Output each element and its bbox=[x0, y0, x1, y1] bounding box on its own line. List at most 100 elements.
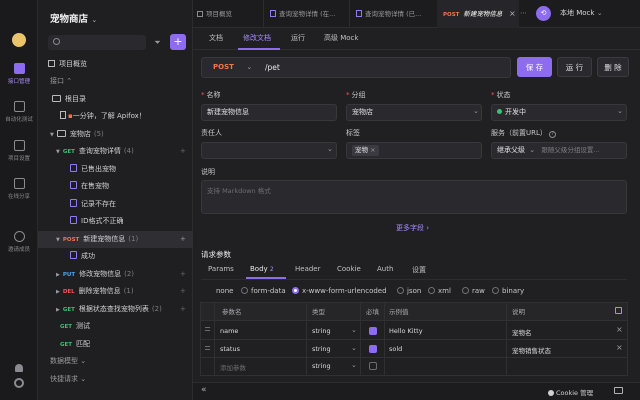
filter-button[interactable]: ⏷ bbox=[150, 35, 165, 50]
remove-row-icon[interactable]: × bbox=[616, 343, 623, 352]
params-tab-body[interactable]: Body 2 bbox=[250, 265, 274, 273]
plus-icon[interactable]: + bbox=[180, 301, 186, 318]
avatar[interactable] bbox=[12, 33, 26, 47]
param-type[interactable]: string bbox=[312, 362, 331, 370]
param-desc[interactable]: 宠物名 bbox=[512, 327, 532, 337]
subtab-run[interactable]: 运行 bbox=[291, 33, 305, 43]
desc-textarea[interactable]: 支持 Markdown 格式 bbox=[201, 180, 627, 214]
name-input[interactable]: 新建宠物信息 bbox=[201, 104, 337, 121]
tree-api-get-list[interactable]: ▶ GET 根据状态查找宠物列表 (2) + bbox=[38, 301, 193, 318]
tree-api-get-test[interactable]: GET 测试 bbox=[38, 318, 193, 335]
cookie-manager-button[interactable]: Cookie 管理 bbox=[548, 387, 593, 397]
project-title[interactable]: 宠物商店 ⌄ bbox=[50, 11, 97, 25]
tree-root-dir[interactable]: 根目录 bbox=[38, 91, 193, 108]
subtab-edit-doc[interactable]: 修改文档 bbox=[243, 33, 271, 43]
plus-icon[interactable]: + bbox=[180, 283, 186, 300]
method-select[interactable]: POST ⌄ bbox=[209, 57, 255, 78]
radio-binary[interactable]: binary bbox=[492, 287, 524, 295]
rail-item-api[interactable]: 接口管理 bbox=[0, 63, 38, 85]
search-input[interactable] bbox=[48, 35, 146, 50]
params-tab-params[interactable]: Params bbox=[208, 265, 234, 273]
url-input[interactable]: /pet bbox=[265, 57, 280, 78]
rail-item-invite[interactable]: 邀请成员 bbox=[0, 231, 38, 253]
params-tab-settings[interactable]: 设置 bbox=[412, 265, 426, 275]
param-type[interactable]: string bbox=[312, 345, 331, 353]
notification-bell-icon[interactable] bbox=[15, 364, 23, 372]
bulk-edit-icon[interactable] bbox=[615, 307, 622, 314]
radio-json[interactable]: json bbox=[397, 287, 421, 295]
rail-item-share[interactable]: 在线分享 bbox=[0, 178, 38, 200]
tag-chip[interactable]: 宠物 × bbox=[352, 145, 379, 156]
tab-overview[interactable]: 项目概览 bbox=[197, 0, 257, 28]
group-select[interactable]: 宠物店 bbox=[346, 104, 482, 121]
status-select[interactable]: 开发中 bbox=[491, 104, 627, 121]
tree-api-post-pet[interactable]: ▼ POST 新建宠物信息 (1) + bbox=[38, 231, 193, 248]
params-tab-cookie[interactable]: Cookie bbox=[337, 265, 361, 273]
radio-raw[interactable]: raw bbox=[462, 287, 485, 295]
delete-button[interactable]: 删 除 bbox=[597, 57, 629, 77]
collapse-sidebar-icon[interactable]: « bbox=[201, 385, 207, 395]
tree-example[interactable]: 成功 bbox=[38, 248, 193, 265]
api-section-header[interactable]: 接口 ⌃ bbox=[38, 73, 193, 90]
param-example[interactable]: Hello Kitty bbox=[389, 327, 423, 335]
tree-api-put-pet[interactable]: ▶ PUT 修改宠物信息 (2) + bbox=[38, 266, 193, 283]
add-param-input[interactable]: 添加参数 bbox=[220, 362, 246, 372]
more-fields-link[interactable]: 更多字段 › bbox=[396, 223, 429, 233]
tab-get-pet-2[interactable]: 查询宠物详情 (已... bbox=[349, 0, 435, 28]
drag-handle-icon[interactable] bbox=[205, 327, 210, 331]
plus-icon[interactable]: + bbox=[180, 231, 186, 248]
tree-api-del-pet[interactable]: ▶ DEL 删除宠物信息 (1) + bbox=[38, 283, 193, 300]
subtab-doc[interactable]: 文档 bbox=[209, 33, 223, 43]
tree-example[interactable]: 在售宠物 bbox=[38, 178, 193, 195]
param-desc[interactable]: 宠物销售状态 bbox=[512, 345, 551, 355]
tree-api-get-match[interactable]: GET 匹配 bbox=[38, 336, 193, 353]
radio-urlencoded[interactable]: x-www-form-urlencoded bbox=[292, 287, 387, 295]
param-example[interactable]: sold bbox=[389, 345, 402, 353]
quick-requests-section[interactable]: 快捷请求 ⌄ bbox=[38, 371, 193, 388]
rail-item-autotest[interactable]: 自动化测试 bbox=[0, 101, 38, 123]
example-icon bbox=[70, 251, 77, 259]
close-icon[interactable]: × bbox=[509, 9, 516, 18]
tree-example[interactable]: ID格式不正确 bbox=[38, 213, 193, 230]
required-checkbox[interactable] bbox=[369, 362, 377, 370]
tab-post-pet[interactable]: POST 新建宠物信息 bbox=[437, 0, 519, 28]
layout-icon[interactable] bbox=[614, 387, 623, 394]
radio-none[interactable]: none bbox=[216, 287, 233, 295]
subtab-advanced-mock[interactable]: 高级 Mock bbox=[324, 33, 358, 43]
close-icon[interactable]: × bbox=[370, 146, 375, 154]
params-tab-auth[interactable]: Auth bbox=[377, 265, 393, 273]
tree-welcome-doc[interactable]: ▪一分钟，了解 Apifox！ bbox=[38, 108, 193, 125]
param-name[interactable]: status bbox=[220, 345, 240, 353]
required-checkbox[interactable] bbox=[369, 327, 377, 335]
tree-example[interactable]: 已售出宠物 bbox=[38, 161, 193, 178]
data-models-section[interactable]: 数据模型 ⌄ bbox=[38, 353, 193, 370]
param-type[interactable]: string bbox=[312, 327, 331, 335]
add-button[interactable]: + bbox=[170, 34, 186, 50]
sync-button[interactable]: ⟲ bbox=[536, 6, 551, 21]
tab-get-pet-1[interactable]: 查询宠物详情 (在... bbox=[263, 0, 347, 28]
plus-icon[interactable]: + bbox=[180, 143, 186, 160]
radio-xml[interactable]: xml bbox=[428, 287, 451, 295]
help-icon[interactable]: ? bbox=[549, 131, 557, 138]
more-tabs-icon[interactable]: ⋯ bbox=[520, 9, 527, 17]
run-button[interactable]: 运 行 bbox=[557, 57, 592, 77]
params-tab-header[interactable]: Header bbox=[295, 265, 321, 273]
rail-item-settings[interactable]: 项目设置 bbox=[0, 140, 38, 162]
plus-icon[interactable]: + bbox=[180, 266, 186, 283]
sidebar-overview[interactable]: 项目概览 bbox=[38, 56, 193, 73]
tags-input[interactable]: 宠物 × bbox=[346, 142, 482, 159]
tree-example[interactable]: 记录不存在 bbox=[38, 196, 193, 213]
remove-row-icon[interactable]: × bbox=[616, 325, 623, 334]
tree-folder-petstore[interactable]: ▼ 宠物店 (5) bbox=[38, 126, 193, 143]
owner-select[interactable] bbox=[201, 142, 337, 159]
required-checkbox[interactable] bbox=[369, 345, 377, 353]
tree-api-get-pet[interactable]: ▼ GET 查询宠物详情 (4) + bbox=[38, 143, 193, 160]
save-button[interactable]: 保 存 bbox=[517, 57, 552, 77]
gear-icon[interactable] bbox=[14, 378, 24, 388]
drag-handle-icon[interactable] bbox=[205, 346, 210, 350]
param-name[interactable]: name bbox=[220, 327, 238, 335]
service-select[interactable]: 继承父级 ⌄ 跟随父级分组设置... bbox=[491, 142, 627, 159]
status-label: * 状态 bbox=[491, 91, 511, 99]
env-selector[interactable]: 本地 Mock ⌄ bbox=[560, 6, 630, 21]
radio-form-data[interactable]: form-data bbox=[241, 287, 286, 295]
